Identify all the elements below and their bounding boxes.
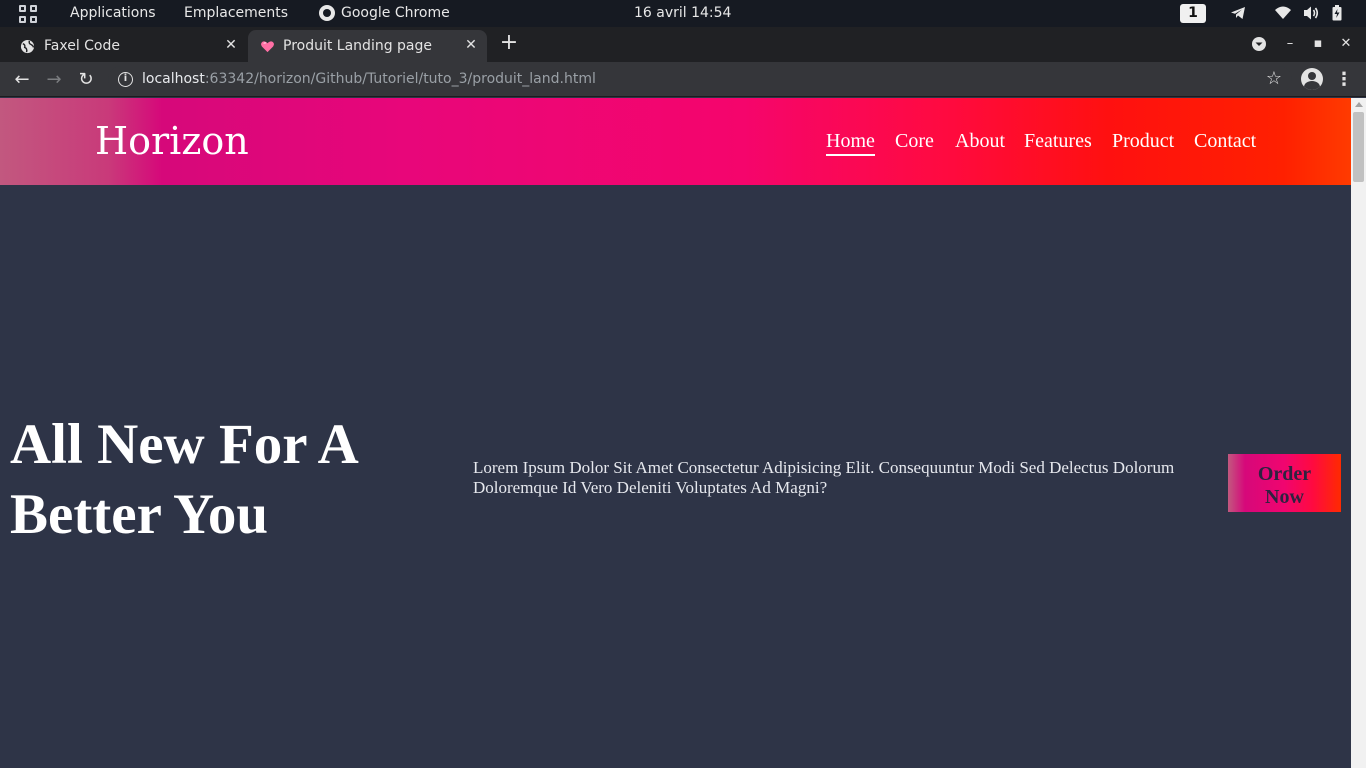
back-icon[interactable]: ← bbox=[11, 69, 33, 91]
telegram-icon[interactable] bbox=[1230, 5, 1246, 21]
address-bar[interactable]: i localhost:63342/horizon/Github/Tutorie… bbox=[108, 66, 1292, 93]
workspace-indicator[interactable]: 1 bbox=[1180, 4, 1206, 23]
tab-title: Produit Landing page bbox=[283, 38, 433, 54]
order-button-line2: Now bbox=[1265, 485, 1304, 508]
apps-grid-icon[interactable] bbox=[19, 5, 37, 23]
applications-menu[interactable]: Applications bbox=[70, 5, 156, 22]
new-tab-button[interactable]: + bbox=[499, 32, 519, 56]
page-viewport: Horizon Home Core About Features Product… bbox=[0, 98, 1351, 768]
order-button-line1: Order bbox=[1257, 462, 1312, 485]
tab-strip: Faxel Code ✕ Produit Landing page ✕ + – … bbox=[0, 27, 1366, 62]
globe-icon bbox=[20, 39, 35, 54]
volume-icon[interactable] bbox=[1303, 5, 1319, 21]
hero-description: Lorem Ipsum Dolor Sit Amet Consectetur A… bbox=[473, 458, 1175, 497]
close-tab-icon[interactable]: ✕ bbox=[462, 36, 480, 54]
browser-toolbar: ← → ↻ i localhost:63342/horizon/Github/T… bbox=[0, 62, 1366, 97]
url-host: localhost bbox=[142, 71, 205, 87]
reload-icon[interactable]: ↻ bbox=[75, 69, 97, 91]
tab-search-icon[interactable] bbox=[1251, 36, 1267, 52]
tab-produit-landing[interactable]: Produit Landing page ✕ bbox=[248, 30, 487, 62]
nav-contact[interactable]: Contact bbox=[1194, 130, 1256, 152]
nav-home[interactable]: Home bbox=[826, 130, 875, 156]
profile-avatar-icon[interactable] bbox=[1301, 68, 1323, 90]
site-header: Horizon Home Core About Features Product… bbox=[0, 98, 1351, 185]
tab-title: Faxel Code bbox=[44, 38, 120, 54]
url-text[interactable]: localhost:63342/horizon/Github/Tutoriel/… bbox=[142, 71, 596, 88]
page-scrollbar[interactable] bbox=[1351, 98, 1366, 768]
hero-title-line2: Better You bbox=[10, 483, 269, 546]
scrollbar-thumb[interactable] bbox=[1353, 112, 1364, 182]
clock[interactable]: 16 avril 14:54 bbox=[634, 5, 731, 22]
bookmark-star-icon[interactable]: ☆ bbox=[1266, 69, 1282, 89]
maximize-icon[interactable]: ▪ bbox=[1309, 35, 1327, 53]
chrome-icon bbox=[319, 5, 335, 21]
site-logo[interactable]: Horizon bbox=[95, 120, 249, 162]
menu-kebab-icon[interactable]: ⋮ bbox=[1335, 69, 1353, 91]
order-now-button[interactable]: Order Now bbox=[1228, 454, 1341, 512]
battery-icon[interactable] bbox=[1332, 5, 1342, 21]
active-app-menu[interactable]: Google Chrome bbox=[341, 5, 450, 22]
hero-title: All New For A Better You bbox=[10, 410, 430, 550]
wifi-icon[interactable] bbox=[1275, 5, 1291, 21]
scroll-up-arrow-icon[interactable] bbox=[1355, 102, 1363, 107]
url-path: :63342/horizon/Github/Tutoriel/tuto_3/pr… bbox=[204, 71, 596, 87]
nav-features[interactable]: Features bbox=[1024, 130, 1092, 152]
close-window-icon[interactable]: ✕ bbox=[1337, 35, 1355, 53]
places-menu[interactable]: Emplacements bbox=[184, 5, 288, 22]
nav-product[interactable]: Product bbox=[1112, 130, 1174, 152]
close-tab-icon[interactable]: ✕ bbox=[222, 36, 240, 54]
nav-about[interactable]: About bbox=[955, 130, 1005, 152]
tab-faxel-code[interactable]: Faxel Code ✕ bbox=[0, 30, 248, 62]
nav-core[interactable]: Core bbox=[895, 130, 934, 152]
hero-title-line1: All New For A bbox=[10, 413, 359, 476]
minimize-icon[interactable]: – bbox=[1281, 35, 1299, 53]
heart-icon bbox=[261, 41, 274, 53]
os-top-bar: Applications Emplacements Google Chrome … bbox=[0, 0, 1366, 27]
site-info-icon[interactable]: i bbox=[118, 72, 133, 87]
forward-icon[interactable]: → bbox=[43, 69, 65, 91]
